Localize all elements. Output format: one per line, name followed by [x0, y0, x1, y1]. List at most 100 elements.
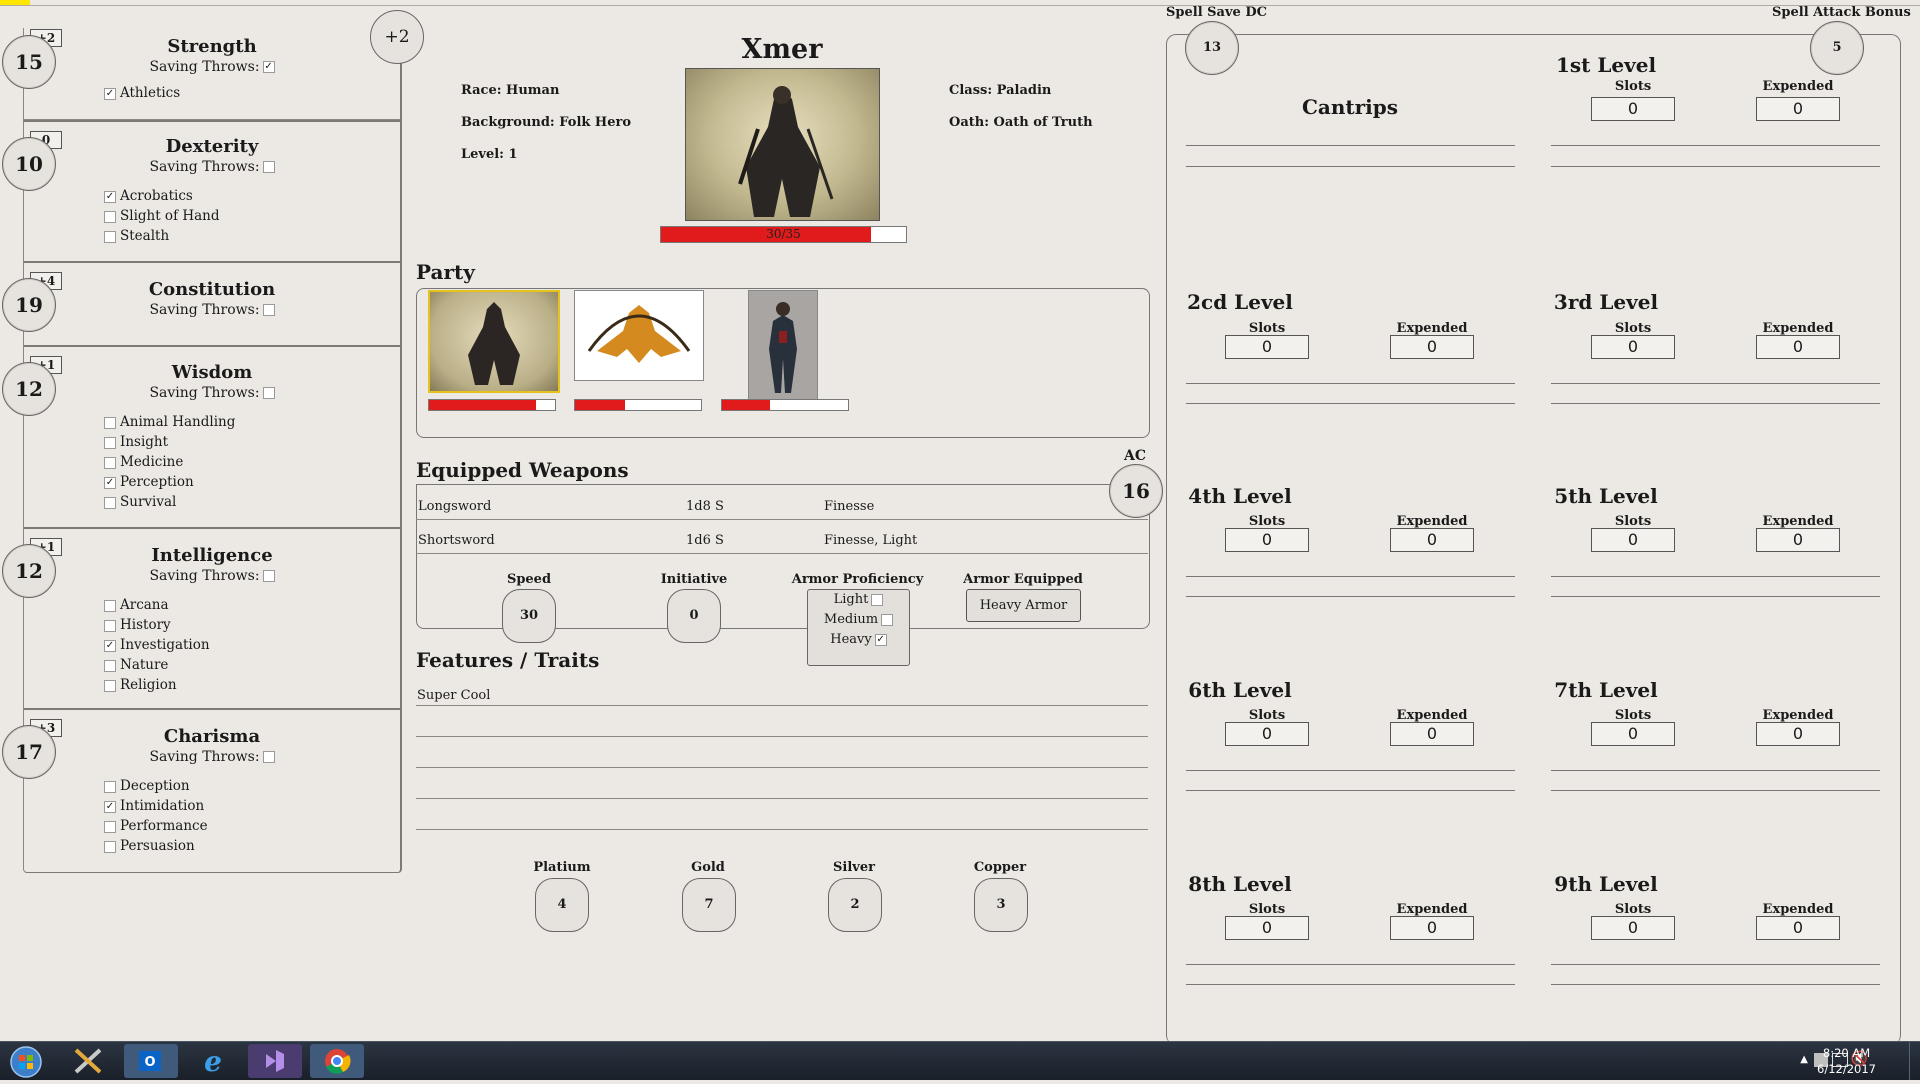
slots-input[interactable]: 0	[1591, 528, 1675, 552]
spell-line	[1186, 576, 1515, 577]
expended-input[interactable]: 0	[1390, 335, 1474, 359]
dexterity-score[interactable]: 10	[2, 137, 56, 191]
skill-insight[interactable]: Insight	[104, 434, 168, 450]
show-desktop-button[interactable]	[1909, 1042, 1920, 1080]
weapon-properties: Finesse, Light	[824, 533, 918, 548]
skill-checkbox[interactable]	[104, 599, 116, 612]
skill-medicine[interactable]: Medicine	[104, 454, 183, 470]
wisdom-score[interactable]: 12	[2, 362, 56, 416]
skill-sleight-of-hand[interactable]: Slight of Hand	[104, 208, 220, 224]
outlook-icon[interactable]: O	[124, 1044, 178, 1078]
skill-intimidation[interactable]: ✓ Intimidation	[104, 798, 204, 814]
divider	[416, 519, 1148, 520]
saving-throw-checkbox[interactable]	[262, 751, 275, 763]
platinum-value[interactable]: 4	[535, 878, 589, 932]
skill-deception[interactable]: Deception	[104, 778, 190, 794]
saving-throw-checkbox[interactable]	[262, 387, 275, 399]
slots-input[interactable]: 0	[1591, 97, 1675, 121]
party-member-3[interactable]	[748, 290, 818, 400]
ability-name: Strength	[167, 36, 257, 57]
skill-nature[interactable]: Nature	[104, 657, 168, 673]
clock[interactable]: 8:20 AM 6/12/2017	[1817, 1045, 1876, 1077]
ie-icon[interactable]: e	[186, 1044, 240, 1078]
silver-value[interactable]: 2	[828, 878, 882, 932]
expended-input[interactable]: 0	[1756, 335, 1840, 359]
skill-history[interactable]: History	[104, 617, 171, 633]
tray-up-arrow-icon[interactable]: ▲	[1800, 1054, 1808, 1065]
skill-checkbox[interactable]	[104, 820, 116, 833]
skill-checkbox[interactable]	[104, 230, 116, 243]
armor-medium-checkbox[interactable]	[881, 613, 894, 626]
expended-input[interactable]: 0	[1756, 97, 1840, 121]
skill-performance[interactable]: Performance	[104, 818, 208, 834]
armor-heavy-checkbox[interactable]: ✓	[874, 633, 887, 646]
skill-checkbox[interactable]	[104, 840, 116, 853]
chrome-icon[interactable]	[310, 1044, 364, 1078]
expended-input[interactable]: 0	[1390, 916, 1474, 940]
saving-throw-checkbox[interactable]	[262, 570, 275, 582]
expended-input[interactable]: 0	[1756, 528, 1840, 552]
skill-religion[interactable]: Religion	[104, 677, 177, 693]
slots-input[interactable]: 0	[1591, 916, 1675, 940]
saving-throw-checkbox[interactable]	[262, 304, 275, 316]
slots-input[interactable]: 0	[1225, 335, 1309, 359]
expended-input[interactable]: 0	[1390, 722, 1474, 746]
skill-checkbox[interactable]: ✓	[104, 476, 116, 489]
spell-line	[1186, 403, 1515, 404]
skill-survival[interactable]: Survival	[104, 494, 176, 510]
slots-input[interactable]: 0	[1591, 335, 1675, 359]
slots-input[interactable]: 0	[1591, 722, 1675, 746]
expended-input[interactable]: 0	[1756, 722, 1840, 746]
start-icon[interactable]	[0, 1044, 52, 1078]
expended-input[interactable]: 0	[1390, 528, 1474, 552]
slots-input[interactable]: 0	[1225, 916, 1309, 940]
charisma-score[interactable]: 17	[2, 725, 56, 779]
skill-checkbox[interactable]: ✓	[104, 190, 116, 203]
skill-checkbox[interactable]	[104, 780, 116, 793]
armor-medium[interactable]: Medium	[808, 610, 909, 630]
skill-animal-handling[interactable]: Animal Handling	[104, 414, 235, 430]
armor-equipped-button[interactable]: Heavy Armor	[966, 589, 1081, 622]
skill-athletics[interactable]: ✓ Athletics	[104, 85, 180, 101]
skill-arcana[interactable]: Arcana	[104, 597, 169, 613]
strength-score[interactable]: 15	[2, 35, 56, 89]
skill-checkbox[interactable]: ✓	[104, 87, 116, 100]
slots-input[interactable]: 0	[1225, 528, 1309, 552]
skill-checkbox[interactable]: ✓	[104, 639, 116, 652]
armor-equipped-label: Armor Equipped	[963, 572, 1083, 587]
slots-input[interactable]: 0	[1225, 722, 1309, 746]
armor-heavy[interactable]: Heavy ✓	[808, 630, 909, 650]
copper-value[interactable]: 3	[974, 878, 1028, 932]
skill-stealth[interactable]: Stealth	[104, 228, 169, 244]
skill-persuasion[interactable]: Persuasion	[104, 838, 195, 854]
feature-line	[416, 767, 1148, 768]
armor-light-checkbox[interactable]	[871, 593, 884, 606]
saving-throw-checkbox[interactable]: ✓	[262, 61, 275, 73]
skill-checkbox[interactable]	[104, 416, 116, 429]
saving-throw-checkbox[interactable]	[262, 161, 275, 173]
spell-level-title: 5th Level	[1554, 484, 1658, 508]
skill-investigation[interactable]: ✓ Investigation	[104, 637, 210, 653]
armor-light[interactable]: Light	[808, 590, 909, 610]
skill-checkbox[interactable]	[104, 679, 116, 692]
expended-input[interactable]: 0	[1756, 916, 1840, 940]
skill-checkbox[interactable]	[104, 619, 116, 632]
party-member-2[interactable]	[574, 290, 704, 381]
intelligence-score[interactable]: 12	[2, 544, 56, 598]
spell-level-title: 3rd Level	[1553, 290, 1659, 314]
gold-value[interactable]: 7	[682, 878, 736, 932]
skill-checkbox[interactable]	[104, 436, 116, 449]
skill-checkbox[interactable]: ✓	[104, 800, 116, 813]
skill-checkbox[interactable]	[104, 496, 116, 509]
skill-checkbox[interactable]	[104, 659, 116, 672]
weapons-title: Equipped Weapons	[416, 458, 629, 482]
skill-checkbox[interactable]	[104, 210, 116, 223]
skill-checkbox[interactable]	[104, 456, 116, 469]
constitution-score[interactable]: 19	[2, 278, 56, 332]
visual-studio-icon[interactable]	[248, 1044, 302, 1078]
party-member-1[interactable]	[428, 290, 560, 393]
tools-icon[interactable]	[62, 1044, 116, 1078]
expended-label: Expended	[1762, 321, 1834, 336]
skill-perception[interactable]: ✓ Perception	[104, 474, 194, 490]
skill-acrobatics[interactable]: ✓ Acrobatics	[104, 188, 193, 204]
